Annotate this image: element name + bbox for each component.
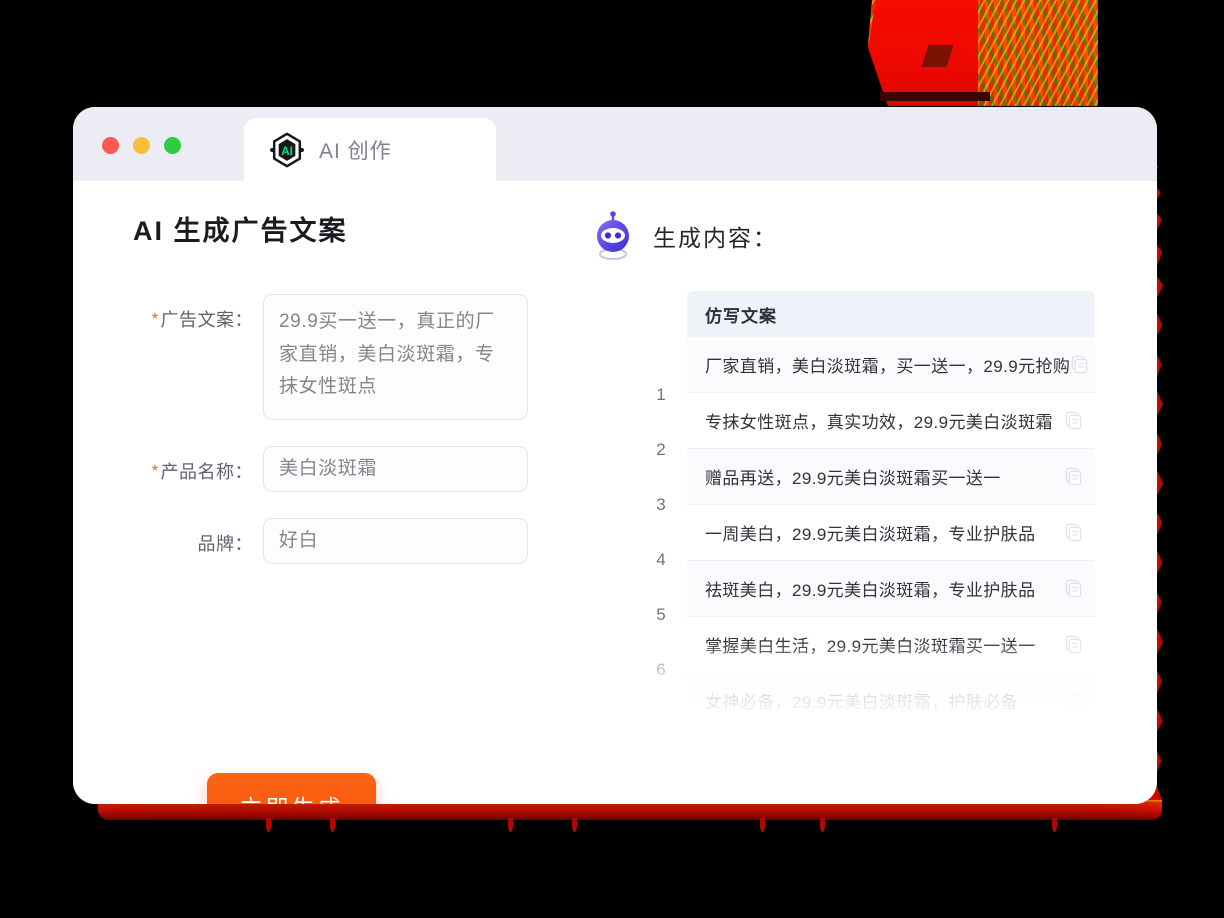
table-row[interactable]: 专抹女性斑点，真实功效，29.9元美白淡斑霜 — [687, 393, 1095, 449]
row-number: 6 — [656, 659, 666, 679]
app-window: AI AI 创作 AI 生成广告文案 * 广告文案： 29.9买一送一，真正的厂家… — [73, 107, 1157, 804]
row-number: 2 — [656, 439, 666, 459]
row-number: 4 — [656, 549, 666, 569]
generate-button[interactable]: 立即生成 — [207, 773, 376, 804]
copy-icon[interactable] — [1064, 411, 1083, 430]
results-table: 仿写文案 厂家直销，美白淡斑霜，买一送一，29.9元抢购 专抹女性斑点，真实功效… — [687, 291, 1095, 721]
stage: AI AI 创作 AI 生成广告文案 * 广告文案： 29.9买一送一，真正的厂家… — [0, 0, 1224, 918]
table-cell-copy: 专抹女性斑点，真实功效，29.9元美白淡斑霜 — [705, 413, 1053, 432]
field-label-text: 品牌： — [197, 534, 253, 554]
field-label-product-name: * 产品名称： — [133, 446, 263, 484]
table-cell-copy: 女神必备，29.9元美白淡斑霜，护肤必备 — [705, 693, 1019, 712]
copy-icon[interactable] — [1064, 467, 1083, 486]
tab-label: AI 创作 — [319, 139, 392, 163]
decor-top-right-bar — [880, 92, 990, 101]
copy-icon[interactable] — [1064, 523, 1083, 542]
required-asterisk-icon: * — [151, 311, 159, 328]
page-title: AI 生成广告文案 — [133, 216, 348, 246]
close-window-button[interactable] — [102, 137, 119, 154]
row-number: 7 — [639, 697, 683, 722]
field-label-text: 产品名称： — [160, 462, 253, 482]
minimize-window-button[interactable] — [133, 137, 150, 154]
maximize-window-button[interactable] — [164, 137, 181, 154]
field-brand: 品牌： 好白 — [133, 518, 591, 564]
decor-top-right-solid — [868, 0, 978, 106]
decor-drip — [572, 818, 577, 832]
robot-icon — [591, 211, 635, 261]
field-label-text: 广告文案： — [160, 310, 253, 330]
field-label-ad-copy: * 广告文案： — [133, 294, 263, 332]
form-pane: AI 生成广告文案 * 广告文案： 29.9买一送一，真正的厂家直销，美白淡斑霜，… — [73, 181, 591, 804]
svg-text:AI: AI — [281, 143, 293, 157]
results-table-wrapper: 1 2 3 4 5 6 7 仿写文案 厂家直销，美白淡斑霜，买一送一，29.9元… — [639, 291, 1095, 721]
row-number: 3 — [656, 494, 666, 514]
table-cell-copy: 一周美白，29.9元美白淡斑霜，专业护肤品 — [705, 525, 1036, 544]
ad-copy-input[interactable]: 29.9买一送一，真正的厂家直销，美白淡斑霜，专抹女性斑点 — [263, 294, 528, 420]
table-cell-copy: 赠品再送，29.9元美白淡斑霜买一送一 — [705, 469, 1001, 488]
decor-drip — [508, 818, 513, 832]
results-header: 生成内容： — [591, 211, 1112, 261]
traffic-lights — [102, 137, 181, 154]
field-product-name: * 产品名称： 美白淡斑霜 — [133, 446, 591, 492]
tab-ai-creation[interactable]: AI AI 创作 — [244, 118, 496, 181]
table-row[interactable]: 掌握美白生活，29.9元美白淡斑霜买一送一 — [687, 617, 1095, 673]
copy-icon[interactable] — [1064, 635, 1083, 654]
decor-drip — [266, 818, 271, 832]
table-row[interactable]: 厂家直销，美白淡斑霜，买一送一，29.9元抢购 — [687, 337, 1095, 393]
row-number-gutter: 1 2 3 4 5 6 7 — [639, 367, 683, 722]
table-row[interactable]: 女神必备，29.9元美白淡斑霜，护肤必备 — [687, 673, 1095, 721]
copy-icon[interactable] — [1070, 355, 1089, 374]
table-cell-copy: 厂家直销，美白淡斑霜，买一送一，29.9元抢购 — [705, 357, 1071, 376]
field-label-brand: 品牌： — [133, 518, 263, 556]
field-ad-copy: * 广告文案： 29.9买一送一，真正的厂家直销，美白淡斑霜，专抹女性斑点 — [133, 294, 591, 420]
table-row[interactable]: 一周美白，29.9元美白淡斑霜，专业护肤品 — [687, 505, 1095, 561]
table-row[interactable]: 赠品再送，29.9元美白淡斑霜买一送一 — [687, 449, 1095, 505]
title-bar: AI AI 创作 — [73, 107, 1157, 181]
table-cell-copy: 掌握美白生活，29.9元美白淡斑霜买一送一 — [705, 637, 1036, 656]
copy-icon[interactable] — [1064, 691, 1083, 710]
decor-drip — [1052, 818, 1057, 832]
copy-icon[interactable] — [1064, 579, 1083, 598]
table-row[interactable]: 祛斑美白，29.9元美白淡斑霜，专业护肤品 — [687, 561, 1095, 617]
product-name-input[interactable]: 美白淡斑霜 — [263, 446, 528, 492]
table-cell-copy: 祛斑美白，29.9元美白淡斑霜，专业护肤品 — [705, 581, 1036, 600]
decor-drip — [330, 818, 335, 832]
brand-input[interactable]: 好白 — [263, 518, 528, 564]
results-title: 生成内容： — [653, 225, 778, 251]
row-number: 5 — [656, 604, 666, 624]
ai-hexagon-icon: AI — [268, 131, 306, 169]
required-asterisk-icon: * — [151, 463, 159, 480]
row-number: 1 — [656, 384, 666, 404]
window-body: AI 生成广告文案 * 广告文案： 29.9买一送一，真正的厂家直销，美白淡斑霜，… — [73, 181, 1157, 804]
decor-drip — [820, 818, 825, 832]
results-pane: 生成内容： 1 2 3 4 5 6 7 仿写文案 — [591, 181, 1157, 804]
decor-drip — [760, 818, 765, 832]
table-header-copy: 仿写文案 — [687, 291, 1095, 337]
